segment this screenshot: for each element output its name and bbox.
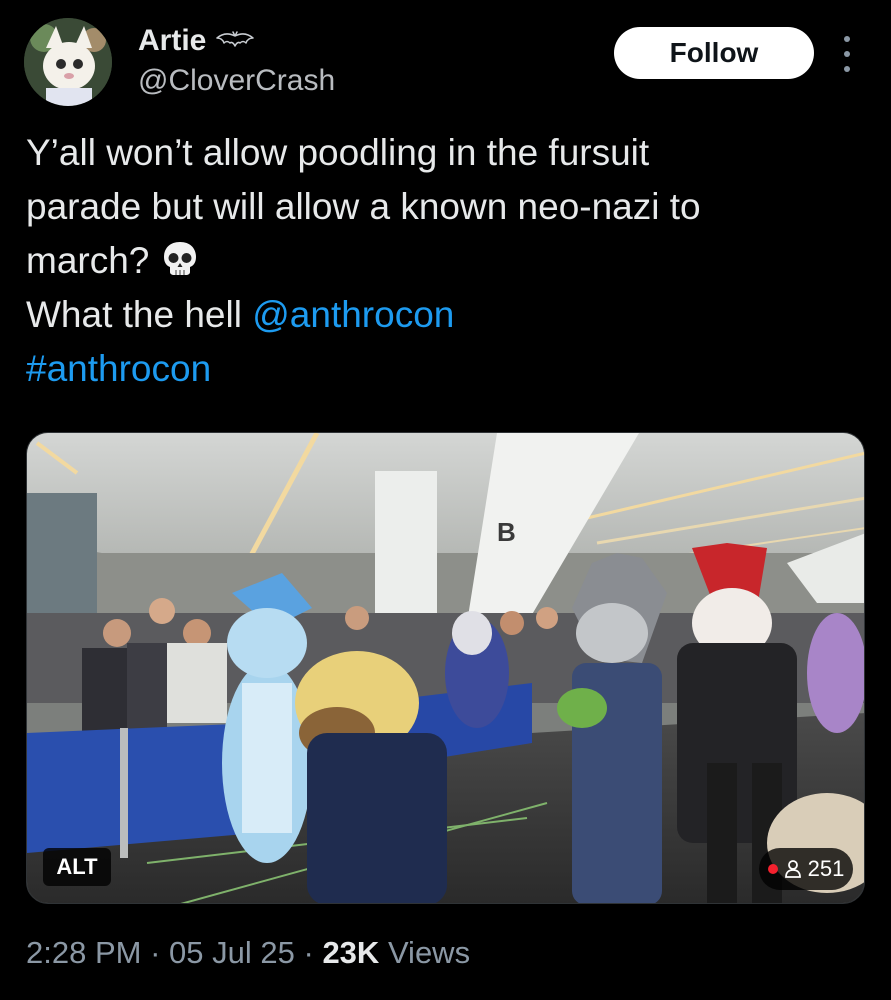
author-handle[interactable]: @CloverCrash [138,64,335,98]
media-video[interactable]: B ALT 251 [26,432,865,904]
mention-link[interactable]: @anthrocon [252,294,454,335]
hashtag-link[interactable]: #anthrocon [26,348,211,389]
viewer-count: 251 [807,856,845,881]
alt-text-button[interactable]: ALT [43,848,111,886]
bat-icon [216,30,255,52]
tweet-line: Y’all won’t allow poodling in the fursui… [26,132,650,173]
live-dot-icon [767,864,778,874]
tweet-line: march? [26,234,856,288]
tweet-meta: 2:28 PM · 05 Jul 25 · 23K Views [26,935,471,970]
media-photo: B [27,433,864,903]
tweet-text: Y’all won’t allow poodling in the fursui… [26,126,856,396]
avatar[interactable] [24,18,112,106]
sign-letter: B [497,517,516,547]
views-label: Views [387,935,471,970]
tweet-line: What the hell @anthrocon [26,294,455,335]
more-icon[interactable] [837,36,857,72]
author-name[interactable]: Artie [138,24,206,58]
views-count: 23K [322,935,380,970]
tweet-line: #anthrocon [26,342,856,396]
live-viewer-badge: 251 [759,848,853,890]
follow-button[interactable]: Follow [614,27,814,79]
skull-icon [160,239,200,279]
tweet-date[interactable]: 05 Jul 25 [169,935,295,970]
tweet-time[interactable]: 2:28 PM [26,935,141,970]
tweet-header: Artie @CloverCrash Follow [24,18,867,108]
person-icon [784,859,802,879]
tweet-line: parade but will allow a known neo-nazi t… [26,186,701,227]
